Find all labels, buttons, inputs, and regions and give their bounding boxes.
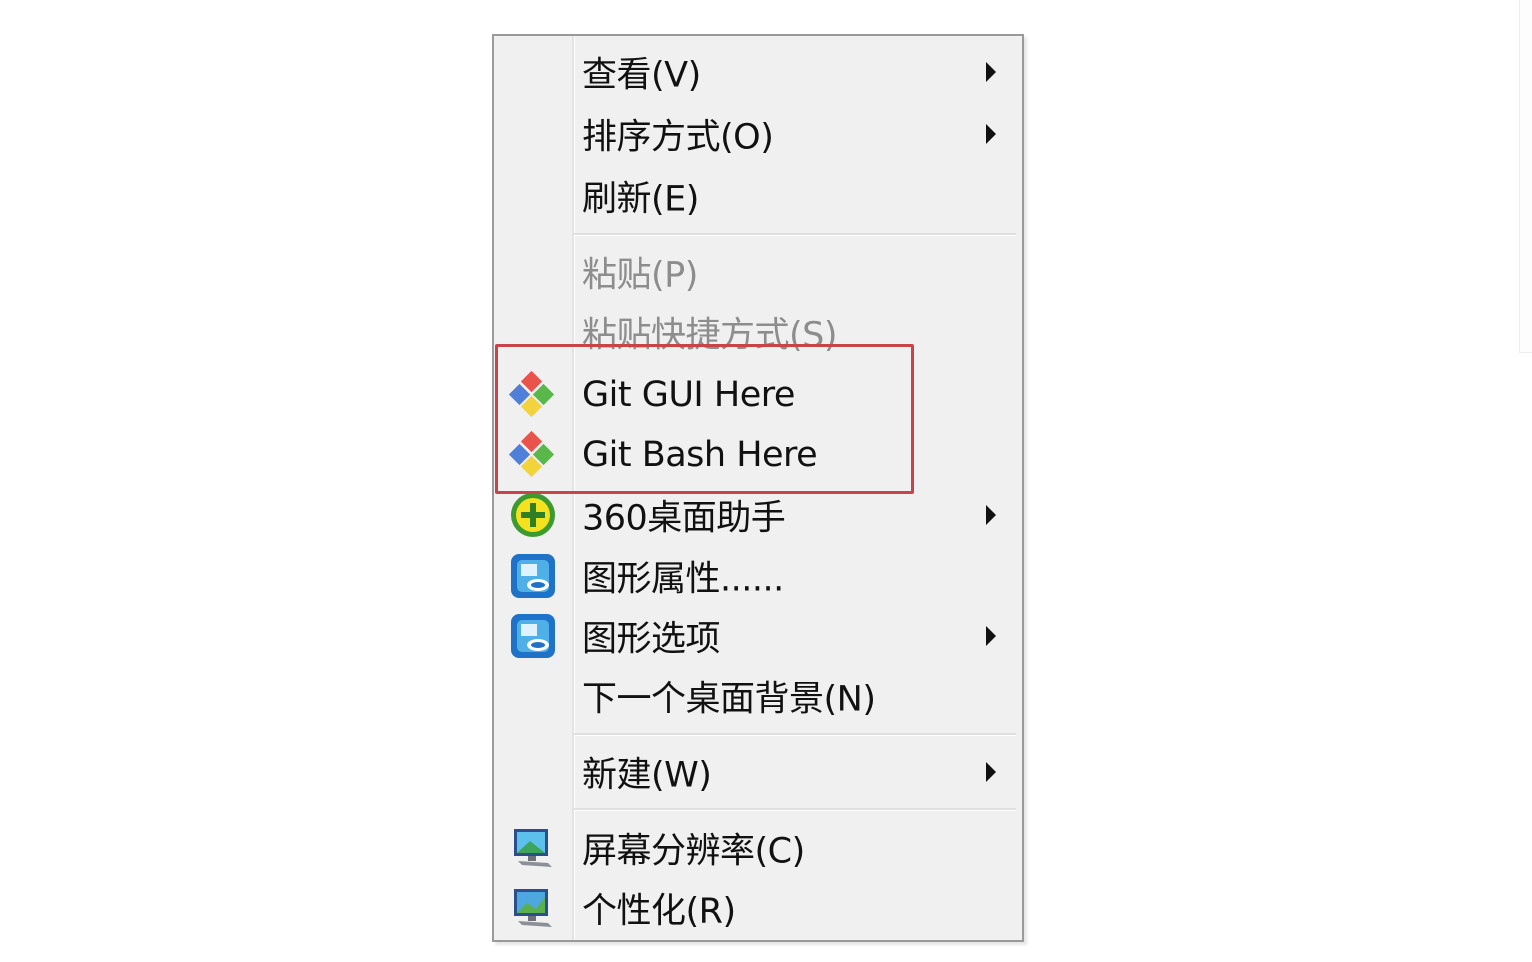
window-edge-strip [1519, 0, 1532, 353]
menu-item-view[interactable]: 查看(V) [494, 42, 1022, 102]
menu-item-label: 新建(W) [582, 755, 712, 796]
desktop-background: 查看(V) 排序方式(O) 刷新(E) 粘贴(P) 粘贴快捷方式(S) Git … [0, 0, 1532, 962]
menu-item-label: 排序方式(O) [582, 117, 774, 158]
menu-item-graphics-options[interactable]: 图形选项 [494, 606, 1022, 666]
menu-item-label: 查看(V) [582, 55, 701, 96]
menu-item-refresh[interactable]: 刷新(E) [494, 166, 1022, 226]
menu-item-label: 屏幕分辨率(C) [582, 831, 805, 872]
menu-item-label: 下一个桌面背景(N) [582, 679, 876, 720]
menu-separator [574, 733, 1016, 736]
submenu-arrow-icon [986, 124, 996, 144]
menu-item-label: 粘贴(P) [582, 255, 698, 296]
menu-item-360-desktop-assistant[interactable]: 360桌面助手 [494, 485, 1022, 545]
submenu-arrow-icon [986, 626, 996, 646]
intel-graphics-icon [508, 611, 558, 661]
personalize-icon [508, 883, 558, 933]
menu-item-label: 个性化(R) [582, 891, 736, 932]
menu-item-paste[interactable]: 粘贴(P) [494, 242, 1022, 302]
submenu-arrow-icon [986, 762, 996, 782]
menu-item-screen-resolution[interactable]: 屏幕分辨率(C) [494, 818, 1022, 878]
menu-item-new[interactable]: 新建(W) [494, 742, 1022, 802]
git-items-highlight-box [495, 344, 914, 494]
menu-item-graphics-properties[interactable]: 图形属性...... [494, 546, 1022, 606]
menu-item-label: 刷新(E) [582, 179, 699, 220]
menu-separator [574, 233, 1016, 236]
submenu-arrow-icon [986, 505, 996, 525]
monitor-icon [508, 823, 558, 873]
menu-item-personalize[interactable]: 个性化(R) [494, 878, 1022, 938]
menu-item-label: 图形选项 [582, 619, 721, 660]
submenu-arrow-icon [986, 62, 996, 82]
menu-item-label: 360桌面助手 [582, 498, 786, 539]
menu-item-next-desktop-background[interactable]: 下一个桌面背景(N) [494, 666, 1022, 726]
intel-graphics-icon [508, 551, 558, 601]
menu-item-sort-by[interactable]: 排序方式(O) [494, 104, 1022, 164]
menu-item-label: 图形属性...... [582, 559, 784, 600]
menu-separator [574, 808, 1016, 811]
360-desktop-icon [508, 490, 558, 540]
